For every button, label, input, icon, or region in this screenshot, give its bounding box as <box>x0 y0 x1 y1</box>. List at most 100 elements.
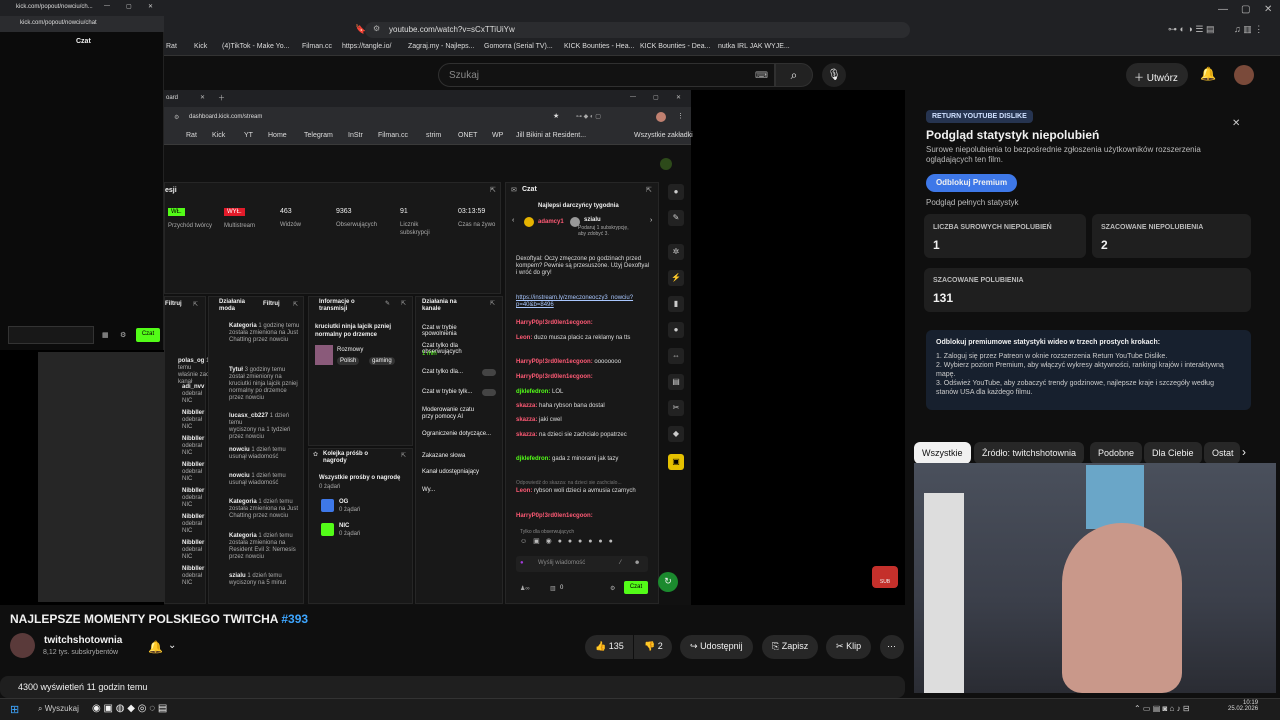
chevron-right-icon[interactable]: › <box>650 217 652 224</box>
site-info-icon[interactable]: ⚙ <box>373 24 380 33</box>
bookmark-item[interactable]: Filman.cc <box>302 43 332 50</box>
chip-all[interactable]: Wszystkie <box>914 442 971 464</box>
chat-message[interactable]: https://instream.ly/zmeczoneoczy3_nowciu… <box>516 295 652 309</box>
close-icon[interactable]: ✕ <box>148 3 153 10</box>
minimize-icon[interactable]: — <box>1218 4 1228 15</box>
shared-channel[interactable]: Kanał udostępniający <box>422 469 479 475</box>
popout-icon[interactable]: ⇱ <box>490 300 495 307</box>
taskbar-search[interactable]: ⌕ Wyszukaj <box>38 704 79 714</box>
url-field[interactable]: ⚙ youtube.com/watch?v=sCxTTiUiYw <box>365 22 910 38</box>
bookmark-item[interactable]: Rat <box>166 43 177 50</box>
description-box[interactable]: 4300 wyświetleń 11 godzin temu <box>0 676 905 698</box>
bookmark-item[interactable]: KICK Bounties - Hea... <box>564 43 634 50</box>
search-input[interactable]: Szukaj ⌨ <box>438 63 775 87</box>
popout-icon[interactable]: ⇱ <box>293 301 298 308</box>
chat-nick[interactable]: HarryP0p!3rd0len1ecgoon: <box>516 320 593 326</box>
popout-icon[interactable]: ⇱ <box>401 300 406 307</box>
emote-icon[interactable]: ☻ <box>634 560 640 566</box>
chat-nick[interactable]: HarryP0p!3rd0len1ecgoon: <box>516 374 593 380</box>
close-icon[interactable]: ✕ <box>1264 4 1272 15</box>
chat-nick[interactable]: skazza: <box>516 403 537 409</box>
chat-input[interactable]: ● Wyślij wiadomość ⁄ ☻ <box>516 556 648 572</box>
keyboard-icon[interactable]: ⌨ <box>755 70 768 81</box>
clip-button[interactable]: ✂ Klip <box>826 635 872 659</box>
chat-nick[interactable]: skazza: <box>516 417 537 423</box>
send-chat-button[interactable]: Czat <box>624 581 648 594</box>
chat-nick[interactable]: Leon: <box>516 488 532 494</box>
more-actions-icon[interactable]: ⋯ <box>880 635 904 659</box>
bookmark-item[interactable]: Home <box>268 132 287 139</box>
popout-icon[interactable]: ⇱ <box>490 186 496 194</box>
reward-all[interactable]: Wszystkie prośby o nagrodę <box>319 475 400 481</box>
edit-icon[interactable]: ✎ <box>668 210 684 226</box>
site-info-icon[interactable]: ⚙ <box>174 114 179 121</box>
search-icon[interactable]: ⌕ <box>775 63 813 87</box>
bookmark-item[interactable]: nutka IRL JAK WYJE... <box>718 43 790 50</box>
star-icon[interactable]: ★ <box>553 112 559 120</box>
toggle-switch[interactable] <box>482 369 496 376</box>
chip-recent[interactable]: Ostat <box>1204 442 1240 464</box>
bookmark-item[interactable]: Telegram <box>304 132 333 139</box>
slow-mode-toggle[interactable]: Czat w trybie spowolnienia <box>422 325 492 337</box>
reward-name[interactable]: NIC <box>339 523 349 529</box>
gear-icon[interactable]: ⚙ <box>120 331 126 339</box>
close-icon[interactable]: ✕ <box>1232 118 1240 129</box>
bookmark-item[interactable]: Zagraj.my - Najleps... <box>408 43 475 50</box>
taskbar-app-icons[interactable]: ◉ ▣ ◍ ◆ ◎ ◌ ▤ <box>92 703 167 714</box>
popout-icon[interactable]: ⇱ <box>646 186 652 194</box>
menu-icon[interactable]: ⋮ <box>677 112 684 120</box>
notifications-icon[interactable]: 🔔 <box>1200 66 1216 82</box>
popout-icon[interactable]: ⇱ <box>193 301 198 308</box>
highlight-icon[interactable]: ▣ <box>668 454 684 470</box>
bookmark-item[interactable]: InStr <box>348 132 363 139</box>
mic-icon[interactable]: ● <box>520 560 524 566</box>
gift-icon[interactable]: ▥ <box>550 585 556 592</box>
edit-icon[interactable]: ✎ <box>385 300 390 307</box>
mic-icon[interactable]: 🎙 <box>822 63 846 87</box>
chat-nick[interactable]: djklefedron: <box>516 389 550 395</box>
users-icon[interactable]: ◆ <box>668 426 684 442</box>
gift-icon[interactable]: ▦ <box>102 331 109 339</box>
chevron-right-icon[interactable]: › <box>1242 445 1246 459</box>
subs-only-toggle[interactable]: Czat tylko dla... <box>422 369 463 375</box>
command-icon[interactable]: ⁄ <box>620 560 621 566</box>
more-actions[interactable]: Wy... <box>422 487 435 493</box>
dashboard-tab[interactable]: oard <box>166 95 178 101</box>
close-icon[interactable]: ✕ <box>676 94 681 101</box>
system-tray-icons[interactable]: ⌃ ▭ ▤ ◙ ⌂ ♪ ⊟ <box>1134 704 1190 713</box>
gear-icon[interactable]: ⚙ <box>610 585 615 592</box>
chat-bubble-icon[interactable]: ● <box>668 322 684 338</box>
chat-nick[interactable]: djklefedron: <box>516 456 550 462</box>
new-tab-icon[interactable]: ＋ <box>218 93 225 103</box>
share-button[interactable]: ↪ Udostępnij <box>680 635 753 659</box>
dashboard-address-bar[interactable]: ⚙ dashboard.kick.com/stream ★ ⊶ ◆ ◐ ▢ ⋮ <box>164 107 691 129</box>
lightning-icon[interactable]: ⚡ <box>668 270 684 286</box>
chevron-left-icon[interactable]: ‹ <box>512 217 514 224</box>
minimize-icon[interactable]: — <box>104 3 110 9</box>
emote-only-toggle[interactable]: Czat w trybie tylk... <box>422 389 472 395</box>
save-button[interactable]: ⎘ Zapisz <box>762 635 819 659</box>
maximize-icon[interactable]: ▢ <box>126 3 132 10</box>
chat-nick[interactable]: skazza: <box>516 432 537 438</box>
chat-nick[interactable]: HarryP0p!3rd0len1ecgoon: <box>516 513 593 519</box>
ai-moderation[interactable]: Moderowanie czatu przy pomocy AI <box>422 407 484 421</box>
bookmark-item[interactable]: YT <box>244 132 253 139</box>
toggle-switch[interactable] <box>482 389 496 396</box>
chat-nick[interactable]: Leon: <box>516 335 532 341</box>
refresh-icon[interactable]: ↻ <box>658 572 678 592</box>
bookmark-item[interactable]: Rat <box>186 132 197 139</box>
channel-name[interactable]: twitchshotownia <box>44 635 122 646</box>
settings-icon[interactable]: ✲ <box>668 244 684 260</box>
full-stats-link[interactable]: Podgląd pełnych statystyk <box>926 198 1019 207</box>
video-hashtag[interactable]: #393 <box>281 612 308 626</box>
reward-name[interactable]: OG <box>339 499 348 505</box>
chip-similar[interactable]: Podobne <box>1090 442 1143 464</box>
chip-for-you[interactable]: Dla Ciebie <box>1144 442 1202 464</box>
bell-icon[interactable]: 🔔 <box>148 640 163 654</box>
donor-name[interactable]: adamcy1 <box>538 219 564 225</box>
close-tab-icon[interactable]: ✕ <box>200 94 205 101</box>
popout-icon[interactable]: ⇱ <box>401 452 406 459</box>
create-button[interactable]: ＋ Utwórz <box>1126 63 1188 87</box>
banned-words[interactable]: Zakazane słowa <box>422 453 465 459</box>
bookmark-item[interactable]: ONET <box>458 132 477 139</box>
